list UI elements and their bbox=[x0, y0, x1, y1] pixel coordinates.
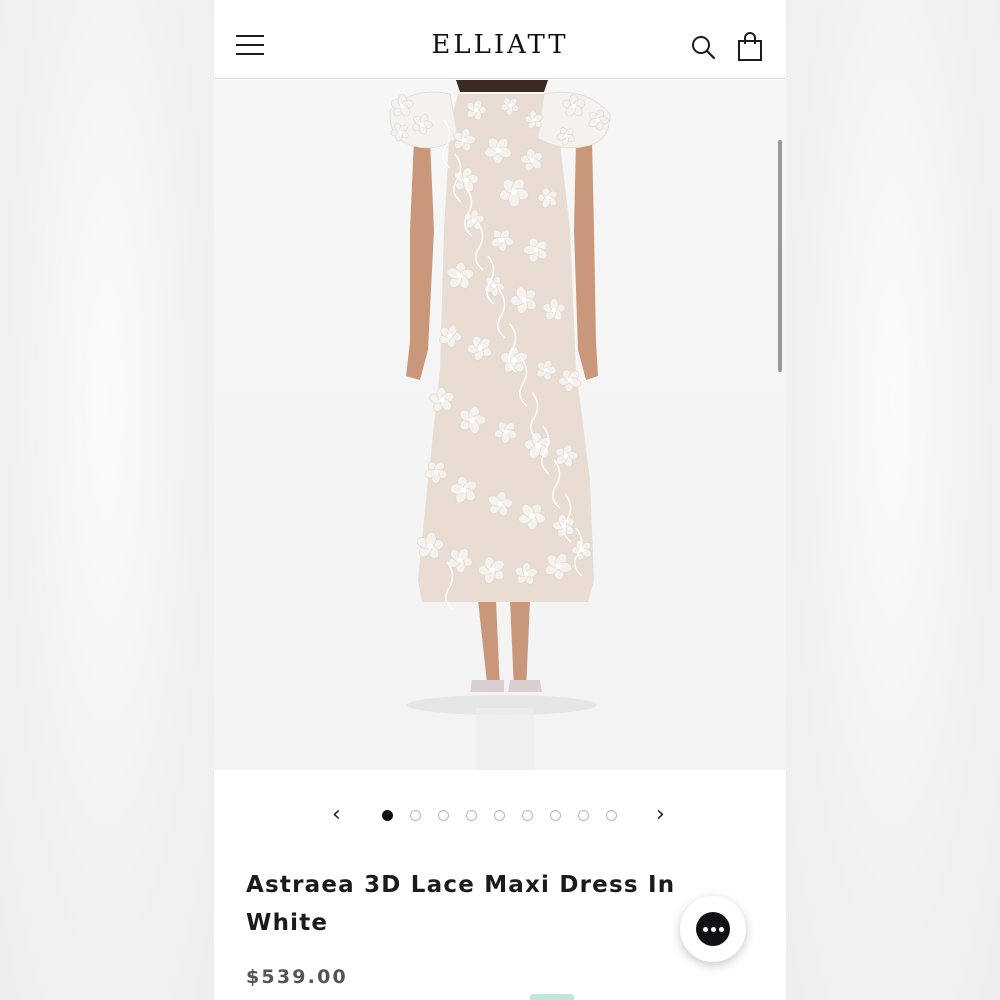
product-image-gallery[interactable] bbox=[214, 80, 786, 770]
background-left bbox=[0, 0, 214, 1000]
chat-button[interactable] bbox=[680, 896, 746, 962]
shopping-bag-icon[interactable] bbox=[736, 32, 764, 62]
product-price: $539.00 bbox=[246, 966, 348, 988]
product-image bbox=[389, 80, 611, 770]
carousel-dot[interactable] bbox=[466, 810, 477, 821]
chevron-left-icon[interactable]: ‹ bbox=[332, 802, 341, 827]
product-title: Astraea 3D Lace Maxi Dress In White bbox=[246, 872, 676, 936]
carousel-dot[interactable] bbox=[410, 810, 421, 821]
sticky-bar-peek bbox=[530, 994, 574, 1000]
background-right bbox=[786, 0, 1000, 1000]
carousel-dot[interactable] bbox=[522, 810, 533, 821]
search-icon[interactable] bbox=[690, 34, 716, 60]
carousel-dot[interactable] bbox=[438, 810, 449, 821]
carousel-dot[interactable] bbox=[494, 810, 505, 821]
carousel-dot[interactable] bbox=[606, 810, 617, 821]
scrollbar[interactable] bbox=[778, 140, 782, 372]
carousel-dot[interactable] bbox=[382, 810, 393, 821]
chevron-right-icon[interactable]: › bbox=[656, 802, 665, 827]
site-header: ELLIATT bbox=[214, 0, 786, 79]
carousel-controls: ‹ › bbox=[214, 800, 786, 830]
carousel-dot[interactable] bbox=[578, 810, 589, 821]
chat-bubble-icon bbox=[696, 912, 730, 946]
carousel-dot[interactable] bbox=[550, 810, 561, 821]
mobile-page: ELLIATT ‹ › Astraea 3D Lace Maxi Dress I… bbox=[214, 0, 786, 1000]
